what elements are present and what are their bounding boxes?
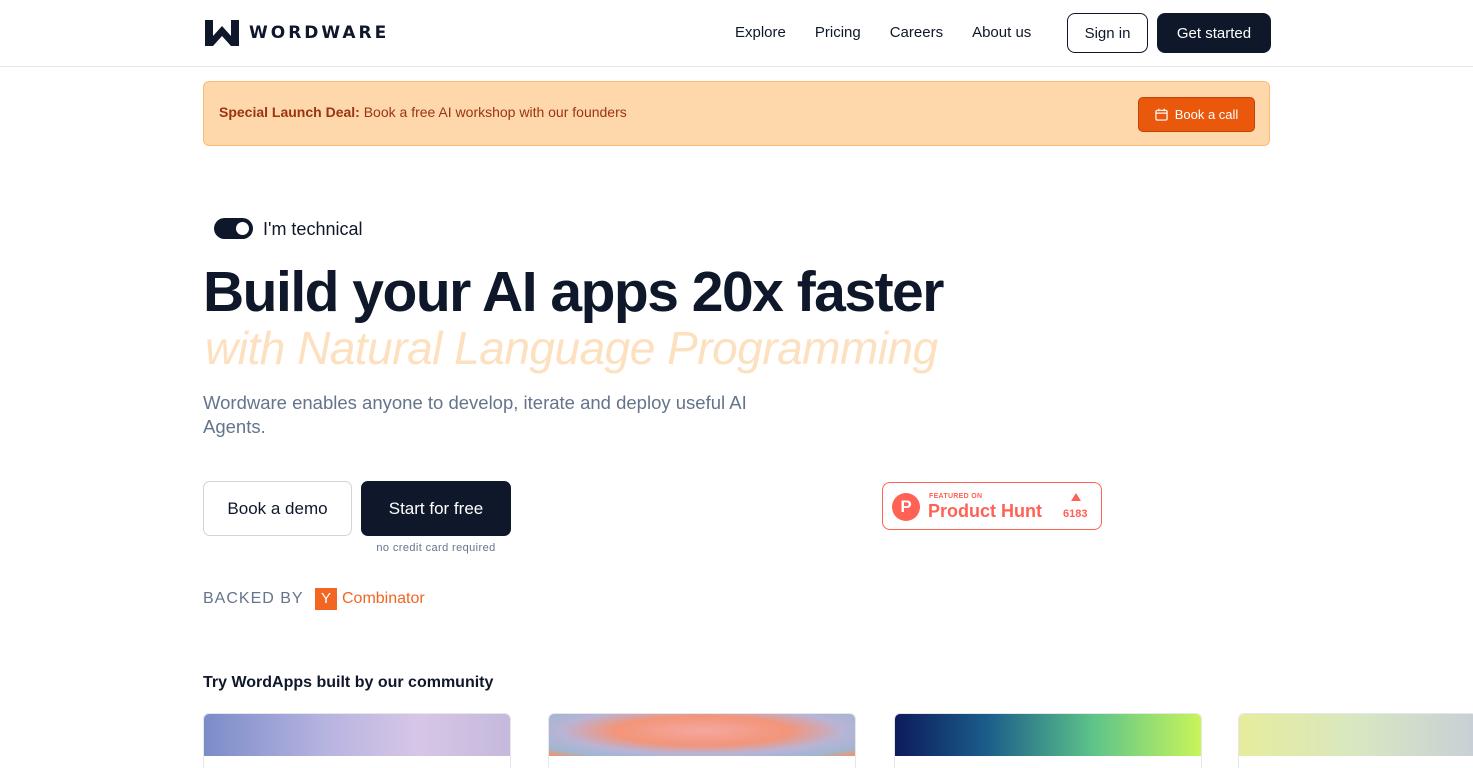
site-header: WORDWARE Explore Pricing Careers About u… xyxy=(0,0,1473,67)
wordapp-card[interactable] xyxy=(894,713,1202,768)
wordapp-card[interactable] xyxy=(548,713,856,768)
wordware-logo-icon xyxy=(205,20,239,46)
book-demo-button[interactable]: Book a demo xyxy=(203,481,352,536)
nav-careers[interactable]: Careers xyxy=(890,23,943,43)
banner-highlight: Special Launch Deal: xyxy=(219,104,360,120)
no-credit-card-note: no credit card required xyxy=(376,542,496,554)
banner-text: Special Launch Deal: Book a free AI work… xyxy=(219,104,627,120)
book-a-call-button[interactable]: Book a call xyxy=(1138,97,1255,132)
logo[interactable]: WORDWARE xyxy=(205,20,389,46)
product-hunt-badge[interactable]: P FEATURED ON Product Hunt 6183 xyxy=(882,482,1102,530)
nav-pricing[interactable]: Pricing xyxy=(815,23,861,43)
backed-by-label: BACKED BY xyxy=(203,590,304,607)
toggle-knob xyxy=(236,222,249,235)
hero-title: Build your AI apps 20x faster xyxy=(203,260,944,324)
launch-deal-banner: Special Launch Deal: Book a free AI work… xyxy=(203,81,1270,146)
nav-explore[interactable]: Explore xyxy=(735,23,786,43)
product-hunt-featured-label: FEATURED ON xyxy=(929,493,983,500)
brand-name: WORDWARE xyxy=(249,23,390,43)
wordapp-card[interactable] xyxy=(1238,713,1473,768)
hero-description: Wordware enables anyone to develop, iter… xyxy=(203,392,747,437)
get-started-button[interactable]: Get started xyxy=(1157,13,1271,53)
banner-message: Book a free AI workshop with our founder… xyxy=(363,104,627,120)
community-section-title: Try WordApps built by our community xyxy=(203,674,494,691)
technical-toggle-label: I'm technical xyxy=(263,219,363,239)
hero-subtitle: with Natural Language Programming xyxy=(205,322,938,374)
y-combinator-logo[interactable]: Y Combinator xyxy=(315,588,425,610)
calendar-icon xyxy=(1155,108,1168,121)
card-banner-image xyxy=(1239,714,1473,756)
card-banner-image xyxy=(895,714,1201,756)
upvote-count: 6183 xyxy=(1063,508,1088,520)
product-hunt-logo-icon: P xyxy=(892,493,920,521)
nav-about-us[interactable]: About us xyxy=(972,23,1031,43)
yc-logo-icon: Y xyxy=(315,588,337,610)
product-hunt-name: Product Hunt xyxy=(928,501,1042,521)
sign-in-button[interactable]: Sign in xyxy=(1067,13,1148,53)
card-banner-image xyxy=(549,714,855,756)
upvote-arrow-icon xyxy=(1071,493,1081,501)
start-for-free-button[interactable]: Start for free xyxy=(361,481,511,536)
wordapp-card[interactable] xyxy=(203,713,511,768)
book-a-call-label: Book a call xyxy=(1174,107,1239,122)
card-banner-image xyxy=(204,714,510,756)
main-nav: Explore Pricing Careers About us xyxy=(735,23,1060,43)
yc-text: Combinator xyxy=(342,590,425,607)
technical-toggle[interactable] xyxy=(214,218,253,239)
